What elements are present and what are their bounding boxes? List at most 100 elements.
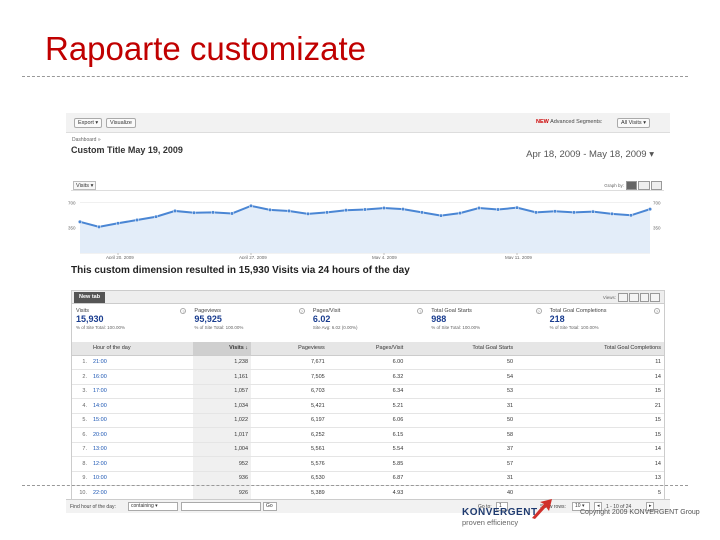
data-point[interactable] xyxy=(77,219,83,224)
data-point[interactable] xyxy=(400,207,406,212)
dimension-link[interactable]: 20:00 xyxy=(90,427,193,443)
scorecard-subtext: % of Site Total: 100.00% xyxy=(431,325,481,330)
data-point[interactable] xyxy=(191,210,197,215)
table-cell: 4. xyxy=(72,398,90,414)
tab-new[interactable]: New tab xyxy=(74,292,106,303)
table-cell: 1,022 xyxy=(192,413,252,428)
metric-select[interactable]: Visits ▾ xyxy=(73,181,97,190)
column-header[interactable]: Total Goal Starts xyxy=(406,342,517,356)
go-button[interactable]: Go xyxy=(263,502,277,511)
view-buttons[interactable] xyxy=(618,293,660,302)
data-point[interactable] xyxy=(324,210,330,215)
data-point[interactable] xyxy=(552,209,558,214)
data-point[interactable] xyxy=(172,208,178,214)
dimension-link[interactable]: 15:00 xyxy=(90,413,193,428)
data-point[interactable] xyxy=(628,213,634,218)
graph-by-buttons[interactable] xyxy=(626,181,662,190)
scorecard-value: 95,925 xyxy=(194,314,222,324)
data-point[interactable] xyxy=(210,210,216,215)
percentage-view-button[interactable] xyxy=(628,293,639,302)
table-row: 8. 12:00 952 5,576 5.85 57 14 xyxy=(72,456,664,472)
data-point[interactable] xyxy=(381,205,387,211)
scorecard: Pages/Visit 6.02 Site Avg: 6.02 (0.00%)? xyxy=(309,305,427,341)
table-cell: 13 xyxy=(516,471,664,486)
x-tick-label: April 20, 2009 xyxy=(106,255,134,259)
table-cell: 58 xyxy=(406,427,517,443)
graph-by-day-button[interactable] xyxy=(626,181,638,190)
data-point[interactable] xyxy=(609,211,615,216)
dimension-link[interactable]: 16:00 xyxy=(90,369,193,385)
table-cell: 31 xyxy=(406,398,517,414)
graph-by-week-button[interactable] xyxy=(638,181,650,190)
table-cell: 5.21 xyxy=(327,398,407,414)
dimension-link[interactable]: 14:00 xyxy=(90,398,193,414)
scorecard-row: Visits 15,930% of Site Total: 100.00%? Pag… xyxy=(72,305,664,341)
data-point[interactable] xyxy=(362,207,368,212)
table-cell: 21 xyxy=(516,398,664,414)
find-input[interactable] xyxy=(181,502,261,511)
table-view-button[interactable] xyxy=(618,293,628,302)
dimension-link[interactable]: 13:00 xyxy=(90,442,193,457)
dimension-link[interactable]: 21:00 xyxy=(90,355,193,370)
filter-mode-select[interactable]: containing ▾ xyxy=(128,502,178,511)
comparison-view-button[interactable] xyxy=(650,293,660,302)
help-icon[interactable]: ? xyxy=(654,308,661,314)
dimension-link[interactable]: 10:00 xyxy=(90,471,193,486)
dimension-link[interactable]: 12:00 xyxy=(90,456,193,472)
report-title: Custom Title May 19, 2009 xyxy=(71,145,183,155)
table-cell: 936 xyxy=(192,471,252,486)
data-point[interactable] xyxy=(495,207,501,212)
visualize-button[interactable]: Visualize xyxy=(106,118,136,128)
table-cell: 57 xyxy=(406,456,517,472)
data-point[interactable] xyxy=(343,208,349,213)
help-icon[interactable]: ? xyxy=(535,308,542,314)
column-header[interactable]: Pages/Visit xyxy=(327,342,407,356)
data-point[interactable] xyxy=(286,208,292,214)
data-point[interactable] xyxy=(457,211,463,216)
date-range-picker[interactable]: Apr 18, 2009 - May 18, 2009 ▾ xyxy=(526,149,654,160)
segment-select[interactable]: All Visits ▾ xyxy=(617,118,650,128)
dimension-link[interactable]: 17:00 xyxy=(90,384,193,399)
data-point[interactable] xyxy=(115,221,121,226)
graph-by-month-button[interactable] xyxy=(650,181,662,190)
data-point[interactable] xyxy=(153,214,159,219)
dimension-link[interactable]: 22:00 xyxy=(90,485,193,501)
column-header[interactable]: Total Goal Completions xyxy=(516,342,664,356)
table-cell: 1,017 xyxy=(192,427,252,443)
summary-sentence: This custom dimension resulted in 15,930… xyxy=(71,265,410,276)
table-cell: 926 xyxy=(192,485,252,501)
data-point[interactable] xyxy=(590,209,596,214)
table-cell: 9. xyxy=(72,471,90,486)
data-point[interactable] xyxy=(419,210,425,215)
table-cell: 15 xyxy=(516,384,664,399)
data-point[interactable] xyxy=(229,211,235,216)
data-point[interactable] xyxy=(267,207,273,212)
scorecard-subtext: % of Site Total: 100.00% xyxy=(549,325,599,330)
data-point[interactable] xyxy=(533,210,539,215)
performance-view-button[interactable] xyxy=(639,293,650,302)
advanced-segments-label[interactable]: NEW Advanced Segments: xyxy=(536,119,602,125)
table-cell: 50 xyxy=(406,413,517,428)
table-cell: 1,161 xyxy=(192,369,252,385)
data-point[interactable] xyxy=(438,213,444,218)
help-icon[interactable]: ? xyxy=(298,308,305,314)
table-cell: 53 xyxy=(406,384,517,399)
data-point[interactable] xyxy=(476,205,482,211)
table-cell: 6.87 xyxy=(327,471,407,486)
data-point[interactable] xyxy=(248,203,254,208)
column-header[interactable]: Hour of the day xyxy=(90,342,193,356)
table-cell: 952 xyxy=(192,456,252,472)
column-header[interactable]: Pageviews xyxy=(251,342,328,356)
data-point[interactable] xyxy=(647,207,653,212)
data-point[interactable] xyxy=(571,210,577,215)
column-header[interactable]: Visits ↓ xyxy=(192,342,252,356)
data-point[interactable] xyxy=(134,217,140,223)
scorecard: Total Goal Starts 988% of Site Total: 100… xyxy=(427,305,545,341)
export-button[interactable]: Export ▾ xyxy=(74,118,103,128)
data-point[interactable] xyxy=(96,224,102,229)
data-point[interactable] xyxy=(514,205,520,210)
data-point[interactable] xyxy=(305,211,311,216)
table-cell: 6,530 xyxy=(251,471,328,486)
table-cell: 5.85 xyxy=(327,456,407,472)
dashboard-link[interactable]: Dashboard » xyxy=(72,137,101,143)
